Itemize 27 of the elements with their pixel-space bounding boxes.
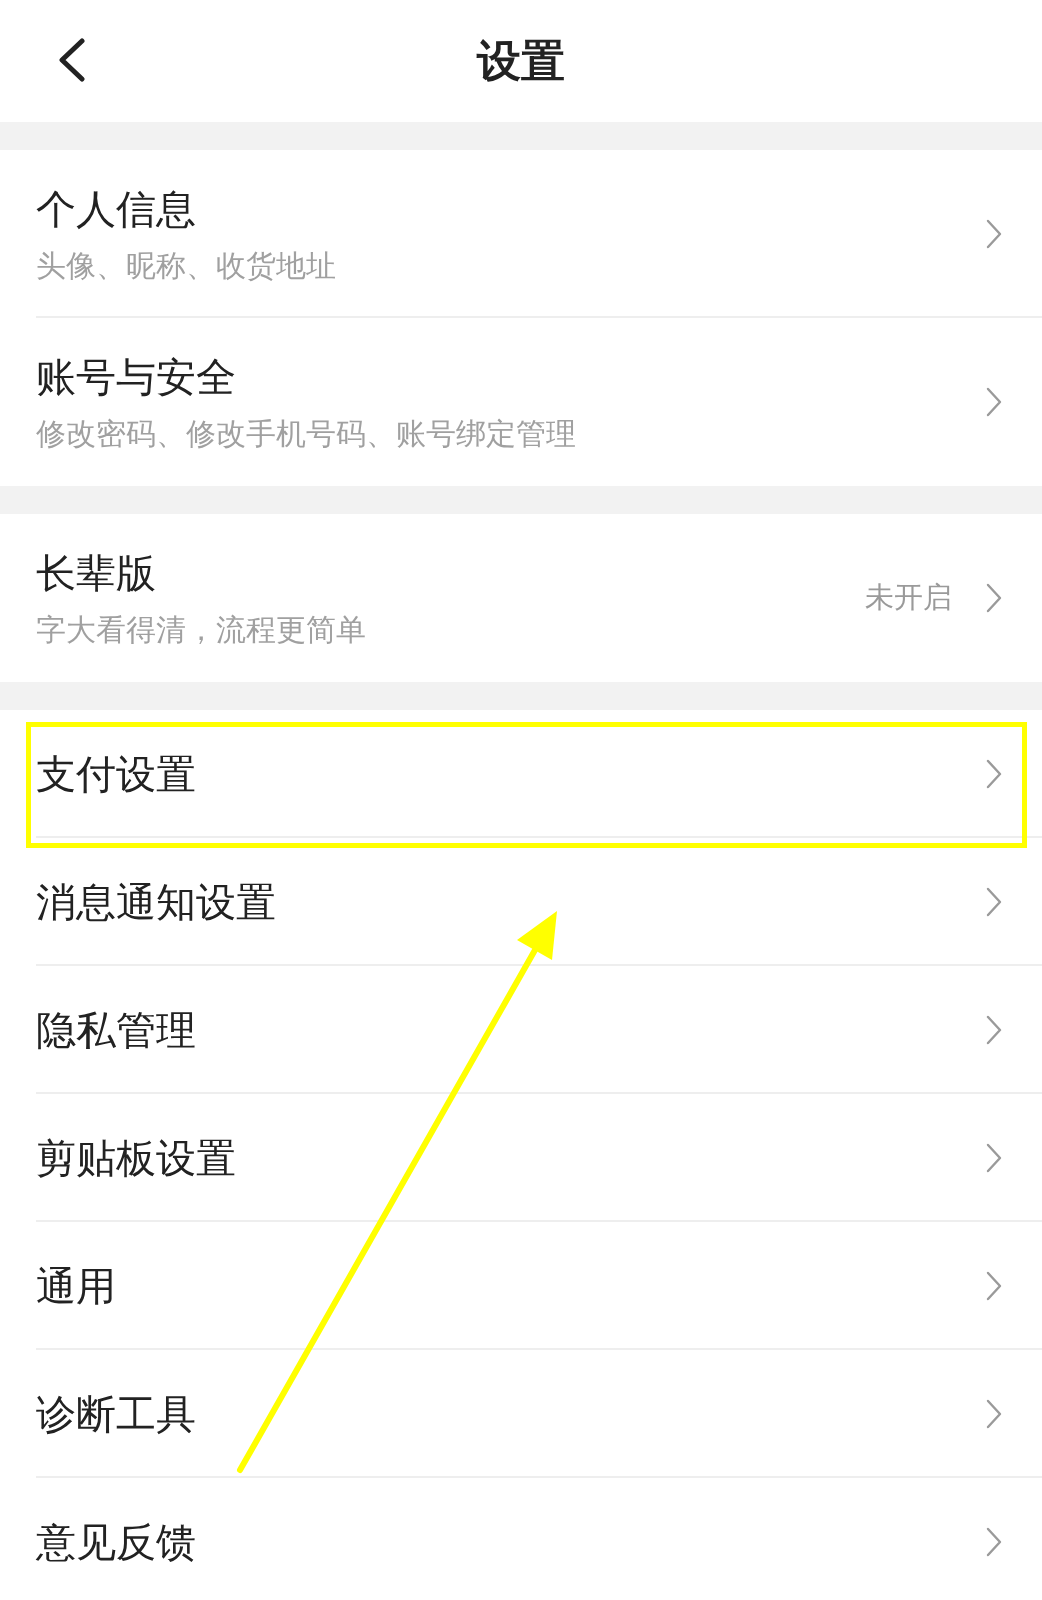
row-subtitle: 头像、昵称、收货地址 — [36, 248, 336, 282]
row-title: 通用 — [36, 1264, 116, 1308]
chevron-right-icon — [986, 583, 1002, 613]
row-title: 消息通知设置 — [36, 880, 276, 924]
row-title: 隐私管理 — [36, 1008, 196, 1052]
row-title: 账号与安全 — [36, 354, 236, 399]
page-title: 设置 — [477, 33, 565, 88]
row-subtitle: 修改密码、修改手机号码、账号绑定管理 — [36, 416, 576, 450]
chevron-right-icon — [986, 1015, 1002, 1045]
row-subtitle: 字大看得清，流程更简单 — [36, 612, 366, 646]
row-title: 意见反馈 — [36, 1520, 196, 1564]
row-title: 支付设置 — [36, 752, 196, 796]
row-title: 长辈版 — [36, 550, 156, 595]
chevron-right-icon — [986, 1399, 1002, 1429]
back-button[interactable] — [56, 36, 87, 84]
chevron-right-icon — [986, 1271, 1002, 1301]
chevron-right-icon — [986, 1527, 1002, 1557]
back-icon — [58, 38, 85, 82]
chevron-right-icon — [986, 219, 1002, 249]
chevron-right-icon — [986, 387, 1002, 417]
chevron-right-icon — [986, 887, 1002, 917]
row-title: 个人信息 — [36, 186, 196, 231]
chevron-right-icon — [986, 759, 1002, 789]
chevron-right-icon — [986, 1143, 1002, 1173]
row-title: 剪贴板设置 — [36, 1136, 236, 1180]
row-title: 诊断工具 — [36, 1392, 196, 1436]
row-value: 未开启 — [865, 579, 952, 616]
